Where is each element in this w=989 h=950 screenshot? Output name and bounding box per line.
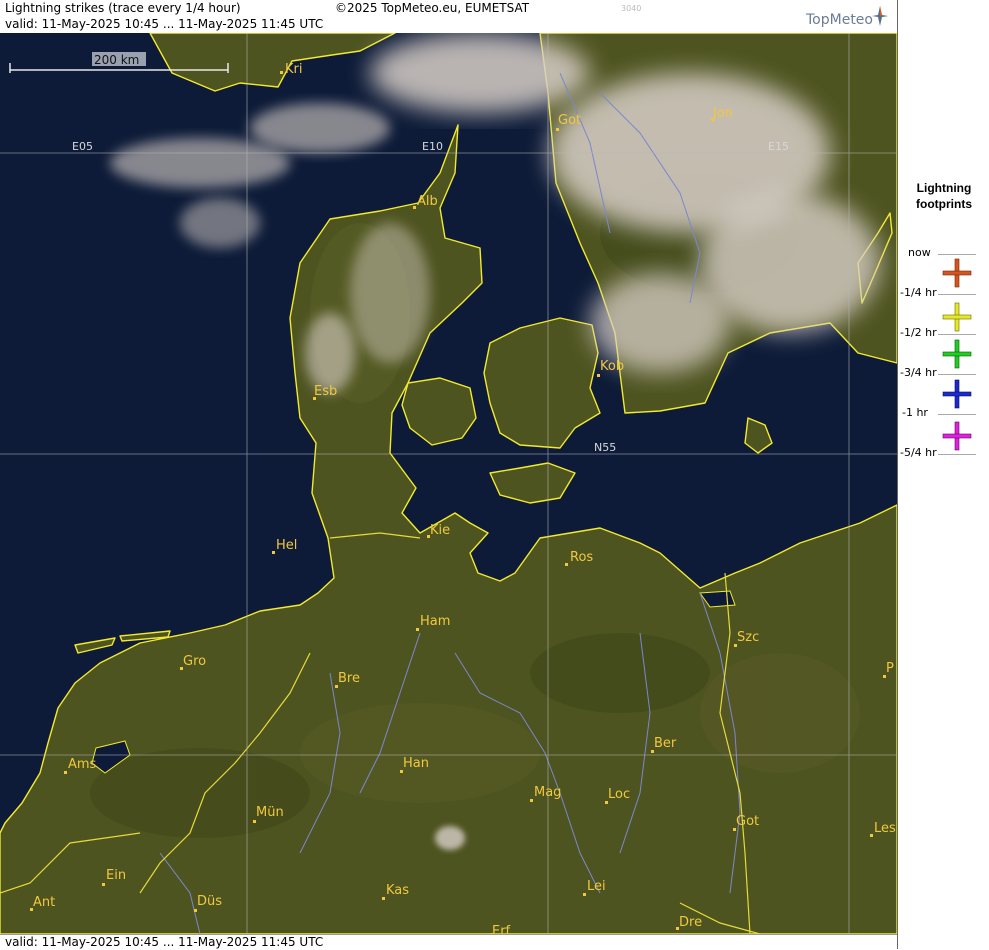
city-got-2[interactable]: Got [733,814,759,831]
grid-label-e15: E15 [768,140,789,153]
svg-text:Gro: Gro [183,654,206,669]
city-kas[interactable]: Kas [382,883,409,900]
city-les[interactable]: Les [870,821,896,837]
svg-text:Ams: Ams [68,757,97,772]
valid-time-top: valid: 11-May-2025 10:45 ... 11-May-2025… [5,17,324,31]
city-esb[interactable]: Esb [313,384,337,400]
legend-title: Lightning footprints [898,180,989,212]
city-loc[interactable]: Loc [605,787,630,804]
cross-three-quarter-icon [942,379,972,409]
map-canvas: E05 E10 E15 N55 200 km Kri Got Jon Alb K… [0,33,897,934]
svg-text:Ein: Ein [106,868,126,883]
copyright: ©2025 TopMeteo.eu, EUMETSAT [335,1,530,15]
svg-text:Got: Got [558,113,581,128]
legend-tick-quarter [938,294,976,295]
grid-label-e05: E05 [72,140,93,153]
legend-label-now: now [908,246,931,259]
city-ant[interactable]: Ant [30,895,55,911]
city-erf[interactable]: Erf [490,924,511,934]
svg-text:Erf: Erf [492,924,511,934]
svg-text:Szc: Szc [737,630,759,645]
svg-text:Kie: Kie [430,523,450,538]
svg-text:Kob: Kob [600,359,624,374]
svg-text:Ant: Ant [33,895,55,910]
svg-text:Kri: Kri [285,62,302,77]
city-ham[interactable]: Ham [416,614,450,631]
city-kie[interactable]: Kie [427,523,450,538]
legend-tick-three-quarter [938,374,976,375]
svg-text:Les: Les [874,821,896,836]
cross-now-icon [942,258,972,288]
city-mag[interactable]: Mag [530,785,561,802]
svg-text:Got: Got [736,814,759,829]
svg-text:Düs: Düs [197,894,222,909]
city-ber[interactable]: Ber [651,736,677,753]
city-alb[interactable]: Alb [413,194,438,209]
cross-quarter-icon [942,302,972,332]
city-lei[interactable]: Lei [583,879,606,896]
scale-label: 200 km [94,53,139,67]
city-dre[interactable]: Dre [676,915,702,930]
svg-text:Jon: Jon [712,106,733,121]
svg-text:Ros: Ros [570,550,593,565]
svg-text:Mag: Mag [534,785,561,800]
legend-tick-five-quarter [938,454,976,455]
svg-text:P: P [886,661,894,676]
svg-text:Loc: Loc [608,787,630,802]
svg-text:Dre: Dre [679,915,702,930]
city-han[interactable]: Han [400,756,429,773]
svg-text:Kas: Kas [386,883,409,898]
legend-label-half: -1/2 hr [900,326,937,339]
cross-one-hour-icon [942,421,972,451]
svg-text:Mün: Mün [256,805,284,820]
image-id: 3040 [621,4,642,13]
legend-tick-half [938,334,976,335]
city-gro[interactable]: Gro [180,654,206,670]
city-jon[interactable]: Jon [711,106,733,121]
svg-text:Ham: Ham [420,614,450,629]
legend-tick-now [938,254,976,255]
topmeteo-logo-icon [872,6,888,26]
city-ros[interactable]: Ros [565,550,593,566]
city-hel[interactable]: Hel [272,538,297,554]
svg-text:Ber: Ber [654,736,677,751]
legend-label-three-quarter: -3/4 hr [900,366,937,379]
satellite-map[interactable]: E05 E10 E15 N55 200 km Kri Got Jon Alb K… [0,33,897,934]
svg-text:Bre: Bre [338,671,360,686]
legend-title-line1: Lightning [916,181,972,195]
svg-text:Hel: Hel [276,538,297,553]
cross-half-icon [942,339,972,369]
city-ams[interactable]: Ams [64,757,97,774]
svg-text:Esb: Esb [314,384,337,399]
legend-label-five-quarter: -5/4 hr [900,446,937,459]
grid-label-n55: N55 [594,441,616,454]
city-szc[interactable]: Szc [734,630,759,647]
map-header: Lightning strikes (trace every 1/4 hour)… [0,0,897,34]
legend-tick-one-hour [938,414,976,415]
legend-title-line2: footprints [916,197,972,211]
grid-label-e10: E10 [422,140,443,153]
city-bre[interactable]: Bre [335,671,360,688]
map-title: Lightning strikes (trace every 1/4 hour) [5,1,241,15]
svg-text:Han: Han [403,756,429,771]
valid-time-bottom: valid: 11-May-2025 10:45 ... 11-May-2025… [5,935,324,949]
legend-label-one-hour: -1 hr [902,406,928,419]
svg-text:Alb: Alb [417,194,438,209]
legend-label-quarter: -1/4 hr [900,286,937,299]
map-footer: valid: 11-May-2025 10:45 ... 11-May-2025… [0,934,897,950]
topmeteo-logo[interactable]: TopMeteo [806,12,873,28]
lightning-legend: Lightning footprints now -1/4 hr -1/2 hr… [897,0,989,949]
svg-text:Lei: Lei [587,879,606,894]
